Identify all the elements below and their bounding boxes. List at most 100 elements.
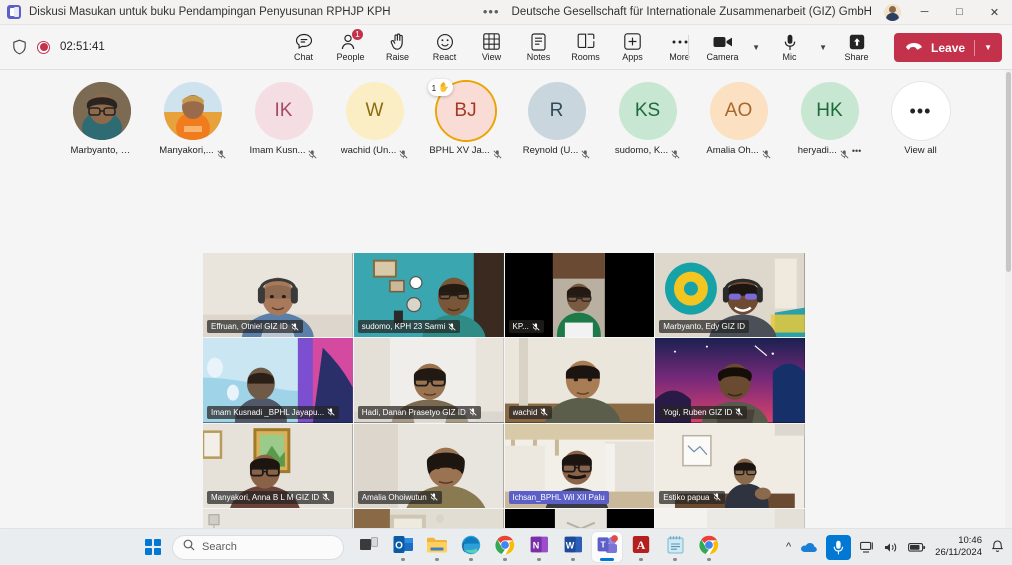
microphone-icon[interactable] <box>826 534 852 560</box>
taskbar-edge-button[interactable] <box>456 532 486 562</box>
maximize-button[interactable]: □ <box>942 0 977 25</box>
roster-participant[interactable]: R Reynold (U... <box>511 82 602 159</box>
roster-participant[interactable]: KS sudomo, K... <box>602 82 693 159</box>
chrome-icon <box>495 535 515 560</box>
taskbar-word-button[interactable]: W <box>558 532 588 562</box>
network-icon[interactable] <box>860 541 875 554</box>
video-tile[interactable]: Estiko papua <box>655 423 805 508</box>
share-button[interactable]: Share <box>833 26 880 69</box>
chrome-icon <box>699 535 719 560</box>
search-input[interactable]: Search <box>172 534 344 560</box>
video-feed <box>203 508 353 528</box>
hang-up-icon <box>906 41 923 55</box>
toolbar-apps-button[interactable]: Apps <box>609 26 656 69</box>
video-tile[interactable]: Amalia Ohoiwutun <box>353 423 504 508</box>
video-tile[interactable]: Imam Kusnadi _BPHL Jayapu... <box>203 338 353 423</box>
taskbar-file-explorer-button[interactable] <box>422 532 452 562</box>
notes-icon <box>531 32 546 51</box>
organization-name: Deutsche Gesellschaft für Internationale… <box>511 6 872 18</box>
toolbar-notes-button[interactable]: Notes <box>515 26 562 69</box>
taskbar-teams-button[interactable]: T <box>592 532 622 562</box>
video-tile[interactable]: Marbyanto, Edy GIZ ID <box>655 253 805 338</box>
mic-chevron-down-icon[interactable]: ▼ <box>815 31 831 65</box>
mic-off-icon <box>448 323 456 331</box>
minimize-button[interactable]: ─ <box>907 0 942 25</box>
camera-icon <box>713 33 733 51</box>
video-tile[interactable]: Abdillah, Naufal Faiz Falah GIZ... <box>655 508 805 528</box>
taskbar-chrome-button[interactable] <box>694 532 724 562</box>
roster-participant[interactable]: HK heryadi... ••• <box>784 82 875 159</box>
video-tile[interactable]: Ichsan_BPHL Wil XII Palu <box>504 423 655 508</box>
windows-start-icon[interactable] <box>140 533 166 561</box>
volume-icon[interactable] <box>884 541 899 554</box>
participant-name-text: Marbyanto, Edy GIZ ID <box>663 322 746 332</box>
participant-name-text: Yogi, Ruben GIZ ID <box>663 407 733 417</box>
toolbar-chat-button[interactable]: Chat <box>280 26 327 69</box>
roster-participant[interactable]: AO Amalia Oh... <box>693 82 784 159</box>
roster-participant[interactable]: Marbyanto, Edy... <box>56 82 147 156</box>
mic-button[interactable]: Mic <box>766 26 813 69</box>
video-tile[interactable]: Yogi, Ruben GIZ ID <box>655 338 805 423</box>
avatar-inner: KS <box>618 82 677 140</box>
participant-name-text: KP... <box>512 322 529 332</box>
video-tile[interactable]: sudomo, KPH 23 Sarmi <box>353 253 504 338</box>
camera-chevron-down-icon[interactable]: ▼ <box>748 31 764 65</box>
toolbar-react-button[interactable]: React <box>421 26 468 69</box>
taskbar-task-view-button[interactable] <box>354 532 384 562</box>
avatar[interactable] <box>884 3 901 21</box>
toolbar-view-button[interactable]: View <box>468 26 515 69</box>
shield-icon[interactable] <box>12 39 27 55</box>
video-tile[interactable]: BP... <box>504 508 655 528</box>
scrollbar-thumb[interactable] <box>1006 72 1011 272</box>
avatar-inner: W <box>345 82 404 140</box>
taskbar-running-indicator <box>707 558 711 561</box>
avatar-initials: HK <box>816 100 843 121</box>
video-tile[interactable]: Reynold <box>353 508 504 528</box>
tray-chevron-up-icon[interactable]: ^ <box>786 541 791 553</box>
video-tile[interactable]: Hadi, Danan Prasetyo GIZ ID <box>353 338 504 423</box>
outlook-icon: O <box>393 535 414 559</box>
clock[interactable]: 10:46 26/11/2024 <box>935 535 982 559</box>
toolbar-button-label: People <box>336 51 365 62</box>
video-tile[interactable]: KP... <box>504 253 655 338</box>
bell-icon[interactable] <box>991 540 1004 554</box>
title-overflow-icon[interactable]: ••• <box>483 5 500 18</box>
video-tile[interactable]: Manyakori, Anna B L M GIZ ID <box>203 423 353 508</box>
raised-hand-count: 1 <box>431 82 437 93</box>
battery-icon[interactable] <box>908 542 926 553</box>
meeting-stage: Marbyanto, Edy... Manyakori,... IK Imam Kus… <box>0 70 1012 528</box>
participant-name-label: wachid <box>508 405 553 419</box>
toolbar-rooms-button[interactable]: Rooms <box>562 26 609 69</box>
close-button[interactable]: ✕ <box>977 0 1012 25</box>
avatar: W <box>345 82 404 140</box>
onedrive-icon[interactable] <box>800 541 817 553</box>
status-badge: 1 <box>351 27 364 41</box>
taskbar-running-indicator <box>435 558 439 561</box>
camera-button[interactable]: Camera <box>699 26 746 69</box>
roster-overflow-icon[interactable]: ••• <box>852 146 861 156</box>
roster-participant[interactable]: IK Imam Kusn... <box>238 82 329 159</box>
leave-button[interactable]: Leave ▼ <box>894 33 1002 62</box>
roster-participant[interactable]: BJ 1 ✋ BPHL XV Ja... <box>420 79 511 159</box>
taskbar-items: Search O N W T A <box>140 532 724 562</box>
taskbar-chrome-button[interactable] <box>490 532 520 562</box>
avatar-inner: AO <box>709 82 768 140</box>
video-feed <box>504 508 655 528</box>
roster-participant[interactable]: Wwachid (Un... <box>329 82 420 159</box>
toolbar-raise-button[interactable]: Raise <box>374 26 421 69</box>
taskbar-onenote-button[interactable]: N <box>524 532 554 562</box>
roster-participant[interactable]: Manyakori,... <box>147 82 238 159</box>
video-tile[interactable]: sumartha haryadi <box>203 508 353 528</box>
scrollbar[interactable] <box>1005 70 1012 528</box>
leave-chevron-down-icon[interactable]: ▼ <box>984 43 992 52</box>
taskbar-acrobat-reader-button[interactable]: A <box>626 532 656 562</box>
toolbar-people-button[interactable]: People 1 <box>327 26 374 69</box>
avatar: AO <box>709 82 768 140</box>
svg-text:O: O <box>395 541 403 552</box>
video-tile[interactable]: wachid <box>504 338 655 423</box>
taskbar-notepad-button[interactable] <box>660 532 690 562</box>
view-all-button[interactable]: ••• View all <box>875 82 966 156</box>
taskbar-outlook-button[interactable]: O <box>388 532 418 562</box>
participant-name-text: Ichsan_BPHL Wil XII Palu <box>512 492 605 502</box>
video-tile[interactable]: Effruan, Otniel GIZ ID <box>203 253 353 338</box>
